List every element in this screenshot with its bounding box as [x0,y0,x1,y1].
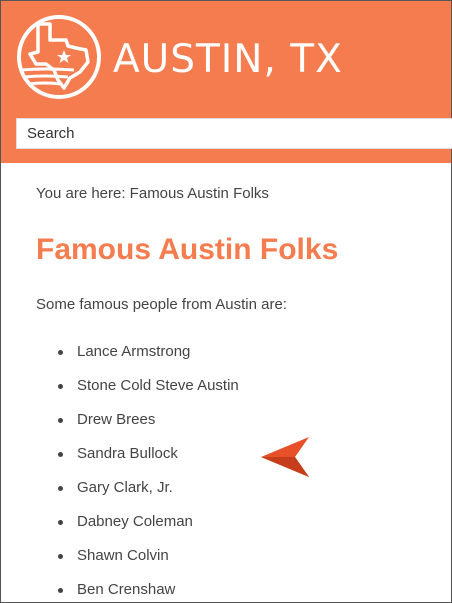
search-input[interactable] [16,118,452,149]
list-item-label: Sandra Bullock [77,445,178,462]
list-item: Sandra Bullock [58,444,239,478]
list-item-label: Dabney Coleman [77,513,193,530]
list-item: Gary Clark, Jr. [58,478,239,512]
bullet-icon [58,486,63,491]
list-item-label: Gary Clark, Jr. [77,479,173,496]
people-list: Lance Armstrong Stone Cold Steve Austin … [58,342,239,603]
texas-map-icon[interactable] [16,14,102,100]
list-item: Shawn Colvin [58,546,239,580]
list-item-label: Stone Cold Steve Austin [77,377,239,394]
bullet-icon [58,554,63,559]
list-item-label: Drew Brees [77,411,156,428]
list-item: Dabney Coleman [58,512,239,546]
list-item-label: Ben Crenshaw [77,581,176,598]
bullet-icon [58,588,63,593]
bullet-icon [58,384,63,389]
list-item-label: Shawn Colvin [77,547,169,564]
page-title: Famous Austin Folks [36,233,339,266]
list-item: Ben Crenshaw [58,580,239,603]
site-title[interactable]: AUSTIN, TX [113,37,343,82]
list-item-label: Lance Armstrong [77,343,191,360]
breadcrumb: You are here: Famous Austin Folks [36,185,269,202]
list-item: Drew Brees [58,410,239,444]
pointer-arrow-icon [261,437,309,477]
bullet-icon [58,452,63,457]
list-item: Lance Armstrong [58,342,239,376]
bullet-icon [58,418,63,423]
bullet-icon [58,350,63,355]
bullet-icon [58,520,63,525]
list-item: Stone Cold Steve Austin [58,376,239,410]
intro-text: Some famous people from Austin are: [36,296,287,313]
